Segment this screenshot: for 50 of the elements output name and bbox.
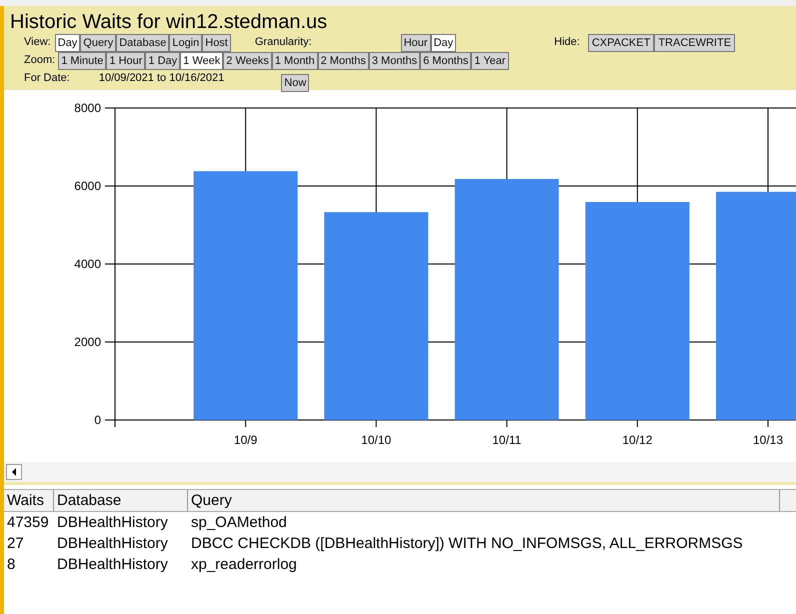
option-button[interactable]: 1 Month (272, 52, 318, 70)
option-button[interactable]: 3 Months (368, 52, 420, 70)
date-range: 10/09/2021 to 10/16/2021 (98, 71, 224, 86)
hide-button[interactable]: TRACEWRITE (654, 34, 736, 52)
table-cell-text: DBHealthHistory (56, 513, 169, 533)
axis-label: 6000 (74, 179, 101, 193)
option-label: Granularity: (254, 35, 312, 50)
axis-label: 8000 (74, 101, 101, 115)
option-button[interactable]: 6 Months (420, 52, 472, 70)
axis-label: 4000 (74, 257, 101, 271)
axis-label: 10/9 (234, 433, 258, 447)
option-button[interactable]: 1 Year (471, 52, 509, 70)
option-button[interactable]: Hour (400, 34, 431, 52)
column-header[interactable]: Query (188, 490, 780, 511)
option-button[interactable]: Database (116, 34, 170, 52)
table-cell-text: DBCC CHECKDB ([DBHealthHistory]) WITH NO_INFOMSGS, ALL_ERRORMSGS (190, 534, 744, 554)
now-button[interactable]: Now (281, 74, 310, 92)
table-cell-text: 47359 (6, 513, 50, 533)
option-label: Hide: (554, 35, 580, 50)
axis-label: 10/10 (361, 433, 392, 447)
axis-label: 10/12 (622, 433, 652, 447)
option-button[interactable]: 1 Week (180, 52, 224, 70)
axis-label: 10/13 (752, 433, 784, 447)
option-label: For Date: (24, 71, 70, 86)
option-button[interactable]: Day (54, 34, 80, 52)
scroll-left-icon[interactable] (6, 464, 22, 480)
option-button[interactable]: Host (202, 34, 231, 52)
option-label: View: (24, 35, 51, 50)
option-label: Zoom: (24, 53, 56, 68)
table-cell-text: DBHealthHistory (56, 534, 169, 554)
table-cell-text: xp_readerrorlog (190, 555, 298, 575)
table-cell-text: 27 (6, 534, 25, 554)
axis-label: 0 (94, 413, 101, 427)
option-button[interactable]: Login (169, 34, 202, 52)
page-title: Historic Waits for win12.stedman.us (10, 10, 328, 34)
axis-label: 2000 (74, 335, 101, 349)
option-button[interactable]: 1 Day (145, 52, 180, 70)
table-cell-text: DBHealthHistory (56, 555, 169, 575)
option-button[interactable]: 1 Minute (58, 52, 106, 70)
hide-button[interactable]: CXPACKET (588, 34, 654, 52)
column-header[interactable]: Database (54, 490, 188, 511)
table-cell-text: sp_OAMethod (190, 513, 288, 533)
option-button[interactable]: 1 Hour (106, 52, 146, 70)
option-button[interactable]: Day (430, 34, 456, 52)
column-header[interactable]: Waits (4, 490, 54, 511)
option-button[interactable]: Query (80, 34, 116, 52)
option-button[interactable]: 2 Weeks (223, 52, 272, 70)
table-cell-text: 8 (6, 555, 16, 575)
option-button[interactable]: 2 Months (318, 52, 369, 70)
axis-label: 10/11 (492, 433, 522, 447)
